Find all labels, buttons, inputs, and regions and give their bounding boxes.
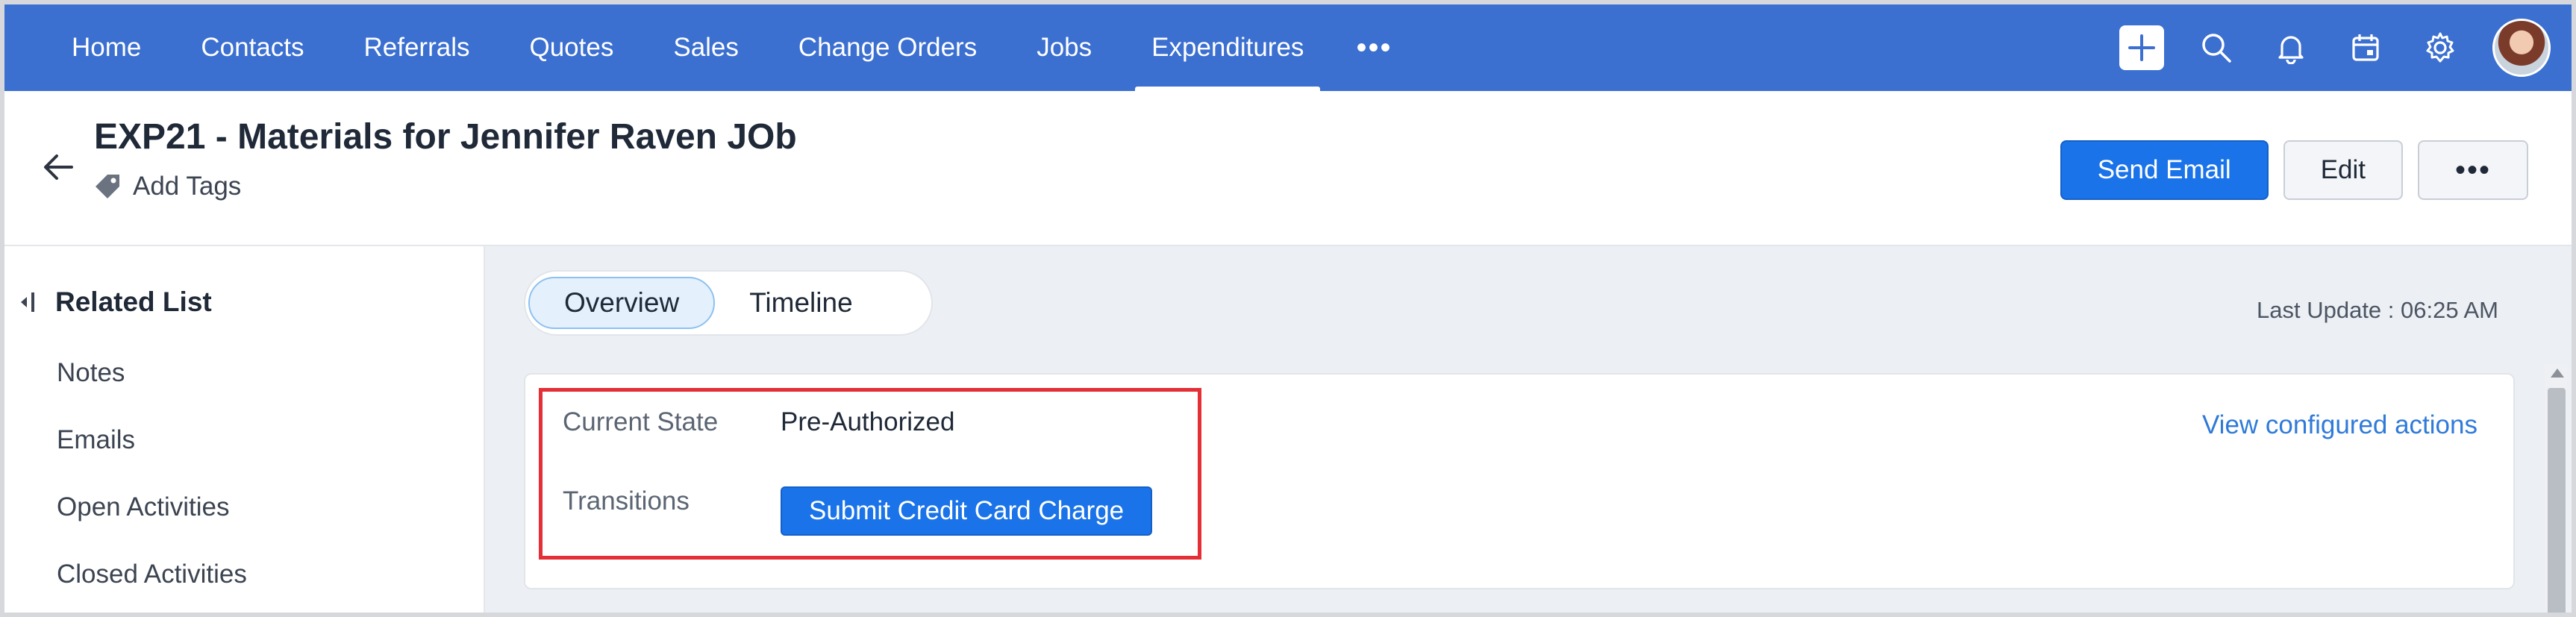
tag-icon	[96, 175, 119, 198]
calendar-icon	[2352, 34, 2379, 61]
more-tabs-button[interactable]: •••	[1334, 4, 1414, 91]
send-email-button[interactable]: Send Email	[2060, 140, 2269, 200]
tab-quotes[interactable]: Quotes	[499, 4, 643, 91]
related-list-toggle[interactable]: Related List	[18, 286, 212, 318]
more-actions-button[interactable]: •••	[2418, 140, 2528, 200]
bell-icon	[2278, 36, 2304, 64]
gear-icon	[2426, 32, 2454, 63]
calendar-button[interactable]	[2328, 4, 2403, 91]
scroll-up-arrow-icon[interactable]	[2551, 369, 2564, 378]
transitions-label: Transitions	[563, 486, 690, 516]
tab-contacts[interactable]: Contacts	[171, 4, 334, 91]
scrollbar-thumb[interactable]	[2548, 388, 2566, 613]
tab-home[interactable]: Home	[42, 4, 171, 91]
related-item-closed-activities[interactable]: Closed Activities	[57, 560, 247, 589]
record-title: EXP21 - Materials for Jennifer Raven JOb	[94, 117, 797, 157]
tab-referrals[interactable]: Referrals	[334, 4, 500, 91]
app-window: Home Contacts Referrals Quotes Sales Cha…	[0, 0, 2576, 617]
submit-credit-card-charge-button[interactable]: Submit Credit Card Charge	[781, 486, 1153, 536]
main-content: Overview Timeline Last Update : 06:25 AM…	[485, 246, 2572, 613]
plus-icon	[2119, 25, 2164, 70]
notifications-button[interactable]	[2254, 4, 2328, 91]
module-tabs: Home Contacts Referrals Quotes Sales Cha…	[4, 4, 1414, 91]
tab-timeline[interactable]: Timeline	[715, 277, 887, 329]
record-actions: Send Email Edit •••	[2060, 140, 2528, 200]
back-arrow-icon[interactable]	[39, 148, 78, 187]
top-navigation-bar: Home Contacts Referrals Quotes Sales Cha…	[4, 4, 2572, 91]
add-tags-label: Add Tags	[133, 172, 242, 201]
view-configured-actions-link[interactable]: View configured actions	[2202, 410, 2477, 440]
tab-overview[interactable]: Overview	[528, 277, 716, 329]
create-button[interactable]	[2104, 4, 2179, 91]
tab-jobs[interactable]: Jobs	[1007, 4, 1122, 91]
blueprint-card: Current State Pre-Authorized Transitions…	[524, 373, 2515, 589]
top-nav-tools	[2104, 4, 2551, 91]
user-avatar[interactable]	[2492, 19, 2551, 77]
related-item-emails[interactable]: Emails	[57, 425, 135, 455]
tab-expenditures[interactable]: Expenditures	[1122, 4, 1334, 91]
related-item-open-activities[interactable]: Open Activities	[57, 492, 230, 522]
record-header: EXP21 - Materials for Jennifer Raven JOb…	[4, 91, 2572, 246]
current-state-value: Pre-Authorized	[781, 407, 955, 436]
collapse-sidebar-icon	[21, 292, 34, 312]
search-button[interactable]	[2179, 4, 2254, 91]
related-list-title: Related List	[55, 286, 212, 317]
tab-change-orders[interactable]: Change Orders	[769, 4, 1007, 91]
settings-button[interactable]	[2403, 4, 2477, 91]
tab-sales[interactable]: Sales	[643, 4, 769, 91]
last-update-text: Last Update : 06:25 AM	[2257, 297, 2498, 323]
view-switcher: Overview Timeline	[524, 270, 933, 336]
current-state-label: Current State	[563, 407, 719, 436]
edit-button[interactable]: Edit	[2283, 140, 2403, 200]
related-item-notes[interactable]: Notes	[57, 358, 125, 388]
add-tags-button[interactable]: Add Tags	[93, 172, 241, 201]
related-list-sidebar: Related List Notes Emails Open Activitie…	[4, 246, 485, 613]
search-icon	[2202, 34, 2231, 63]
